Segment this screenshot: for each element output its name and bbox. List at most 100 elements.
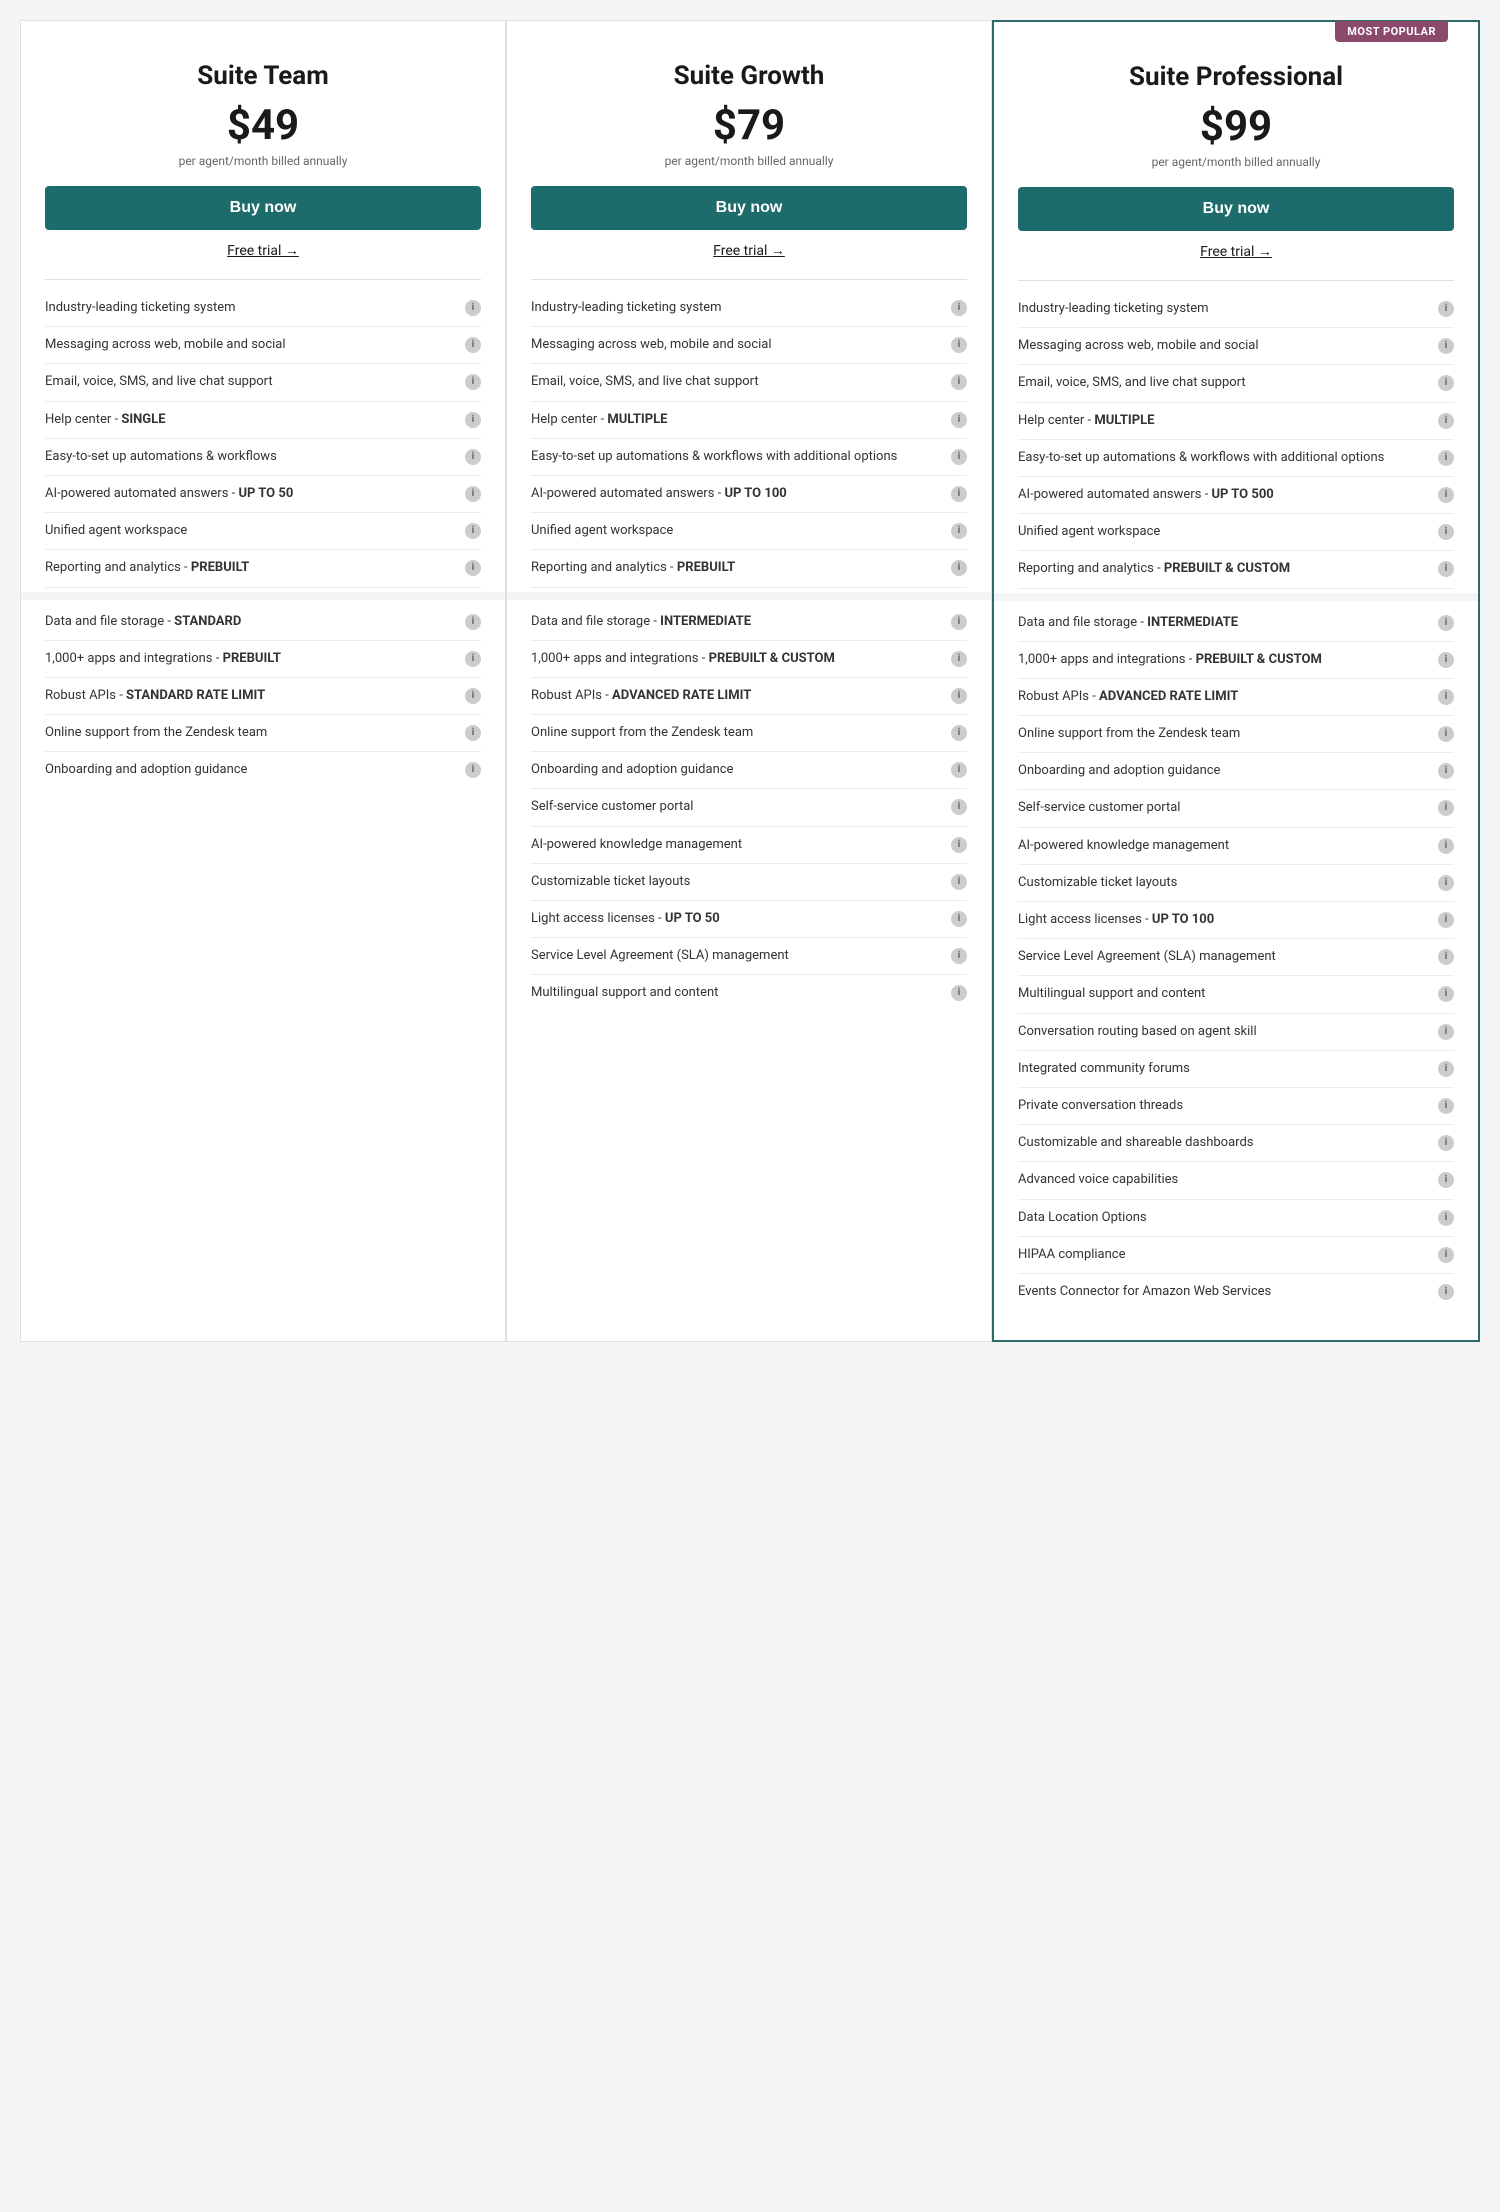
feature-item: Data and file storage - INTERMEDIATE i	[531, 604, 967, 641]
feature-item: Easy-to-set up automations & workflows w…	[531, 439, 967, 476]
info-icon[interactable]: i	[465, 337, 481, 353]
info-icon[interactable]: i	[951, 449, 967, 465]
info-icon[interactable]: i	[951, 412, 967, 428]
info-icon[interactable]: i	[465, 523, 481, 539]
info-icon[interactable]: i	[1438, 1024, 1454, 1040]
free-trial-link[interactable]: Free trial →	[45, 242, 481, 259]
feature-text: Data and file storage - STANDARD	[45, 613, 465, 631]
feature-text: Messaging across web, mobile and social	[45, 336, 465, 354]
info-icon[interactable]: i	[1438, 912, 1454, 928]
info-icon[interactable]: i	[465, 412, 481, 428]
info-icon[interactable]: i	[1438, 450, 1454, 466]
info-icon[interactable]: i	[465, 688, 481, 704]
info-icon[interactable]: i	[1438, 689, 1454, 705]
info-icon[interactable]: i	[951, 300, 967, 316]
info-icon[interactable]: i	[1438, 838, 1454, 854]
info-icon[interactable]: i	[465, 449, 481, 465]
feature-item: Data Location Options i	[1018, 1200, 1454, 1237]
feature-item: Service Level Agreement (SLA) management…	[1018, 939, 1454, 976]
info-icon[interactable]: i	[951, 337, 967, 353]
feature-text: AI-powered automated answers - UP TO 50	[45, 485, 465, 503]
feature-text: AI-powered knowledge management	[531, 836, 951, 854]
most-popular-badge: Most popular	[1335, 21, 1448, 42]
feature-text: Robust APIs - STANDARD RATE LIMIT	[45, 687, 465, 705]
info-icon[interactable]: i	[465, 762, 481, 778]
buy-button[interactable]: Buy now	[1018, 187, 1454, 231]
info-icon[interactable]: i	[465, 300, 481, 316]
feature-item: Online support from the Zendesk team i	[531, 715, 967, 752]
info-icon[interactable]: i	[465, 614, 481, 630]
info-icon[interactable]: i	[951, 837, 967, 853]
feature-item: Industry-leading ticketing system i	[531, 290, 967, 327]
feature-item: Customizable ticket layouts i	[1018, 865, 1454, 902]
info-icon[interactable]: i	[1438, 800, 1454, 816]
info-icon[interactable]: i	[951, 560, 967, 576]
info-icon[interactable]: i	[1438, 338, 1454, 354]
plan-suite-team: Suite Team $49 per agent/month billed an…	[20, 20, 506, 1342]
feature-item: Onboarding and adoption guidance i	[1018, 753, 1454, 790]
feature-text: Customizable ticket layouts	[1018, 874, 1438, 892]
info-icon[interactable]: i	[1438, 726, 1454, 742]
feature-item: HIPAA compliance i	[1018, 1237, 1454, 1274]
info-icon[interactable]: i	[1438, 413, 1454, 429]
info-icon[interactable]: i	[951, 799, 967, 815]
info-icon[interactable]: i	[465, 486, 481, 502]
feature-item: Onboarding and adoption guidance i	[45, 752, 481, 788]
info-icon[interactable]: i	[1438, 487, 1454, 503]
info-icon[interactable]: i	[951, 762, 967, 778]
feature-text: Reporting and analytics - PREBUILT & CUS…	[1018, 560, 1438, 578]
info-icon[interactable]: i	[465, 560, 481, 576]
info-icon[interactable]: i	[1438, 875, 1454, 891]
info-icon[interactable]: i	[1438, 986, 1454, 1002]
plan-name: Suite Professional	[1018, 62, 1454, 92]
info-icon[interactable]: i	[951, 614, 967, 630]
info-icon[interactable]: i	[951, 725, 967, 741]
info-icon[interactable]: i	[1438, 1061, 1454, 1077]
feature-item: AI-powered automated answers - UP TO 500…	[1018, 477, 1454, 514]
info-icon[interactable]: i	[1438, 561, 1454, 577]
info-icon[interactable]: i	[1438, 1135, 1454, 1151]
feature-text: Service Level Agreement (SLA) management	[1018, 948, 1438, 966]
free-trial-link[interactable]: Free trial →	[531, 242, 967, 259]
info-icon[interactable]: i	[1438, 652, 1454, 668]
feature-item: Industry-leading ticketing system i	[1018, 291, 1454, 328]
info-icon[interactable]: i	[1438, 763, 1454, 779]
info-icon[interactable]: i	[1438, 301, 1454, 317]
info-icon[interactable]: i	[951, 486, 967, 502]
info-icon[interactable]: i	[951, 651, 967, 667]
plan-price: $49	[45, 101, 481, 150]
plan-name: Suite Team	[45, 61, 481, 91]
buy-button[interactable]: Buy now	[531, 186, 967, 230]
info-icon[interactable]: i	[951, 948, 967, 964]
info-icon[interactable]: i	[1438, 615, 1454, 631]
free-trial-link[interactable]: Free trial →	[1018, 243, 1454, 260]
info-icon[interactable]: i	[951, 985, 967, 1001]
info-icon[interactable]: i	[1438, 1284, 1454, 1300]
feature-item: AI-powered automated answers - UP TO 100…	[531, 476, 967, 513]
info-icon[interactable]: i	[1438, 949, 1454, 965]
feature-item: Self-service customer portal i	[531, 789, 967, 826]
buy-button[interactable]: Buy now	[45, 186, 481, 230]
info-icon[interactable]: i	[1438, 375, 1454, 391]
plan-suite-growth: Suite Growth $79 per agent/month billed …	[506, 20, 992, 1342]
info-icon[interactable]: i	[951, 523, 967, 539]
feature-list: Industry-leading ticketing system i Mess…	[1018, 291, 1454, 1310]
feature-text: Private conversation threads	[1018, 1097, 1438, 1115]
info-icon[interactable]: i	[1438, 1247, 1454, 1263]
plan-billing: per agent/month billed annually	[45, 154, 481, 168]
info-icon[interactable]: i	[951, 374, 967, 390]
info-icon[interactable]: i	[951, 911, 967, 927]
info-icon[interactable]: i	[1438, 1098, 1454, 1114]
info-icon[interactable]: i	[465, 651, 481, 667]
info-icon[interactable]: i	[951, 874, 967, 890]
info-icon[interactable]: i	[465, 725, 481, 741]
feature-text: Messaging across web, mobile and social	[531, 336, 951, 354]
feature-text: Light access licenses - UP TO 100	[1018, 911, 1438, 929]
info-icon[interactable]: i	[1438, 524, 1454, 540]
feature-text: Messaging across web, mobile and social	[1018, 337, 1438, 355]
info-icon[interactable]: i	[465, 374, 481, 390]
info-icon[interactable]: i	[1438, 1210, 1454, 1226]
info-icon[interactable]: i	[951, 688, 967, 704]
feature-item: Help center - MULTIPLE i	[531, 402, 967, 439]
info-icon[interactable]: i	[1438, 1172, 1454, 1188]
